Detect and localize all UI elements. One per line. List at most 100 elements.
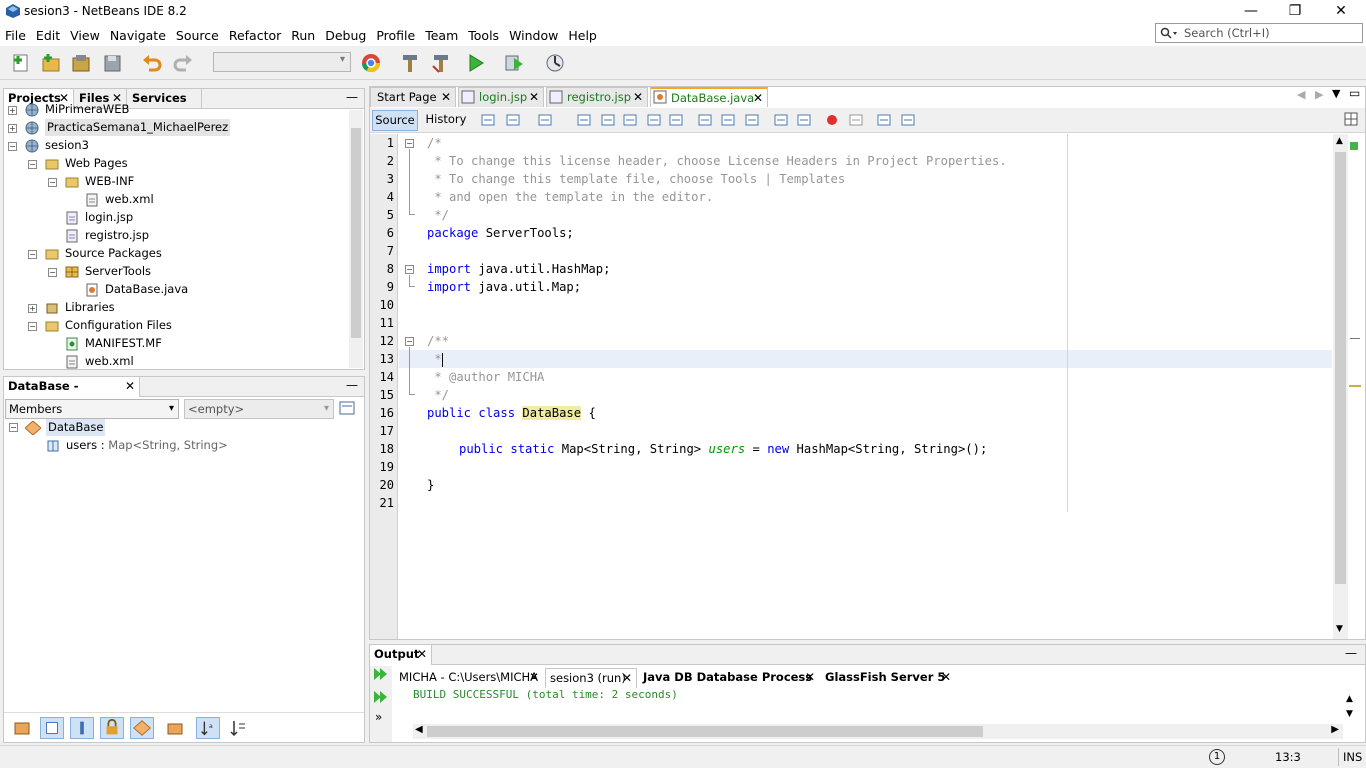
- fold-icon[interactable]: −: [405, 265, 414, 274]
- code-line[interactable]: import java.util.Map;: [427, 278, 581, 296]
- collapse-icon[interactable]: −: [8, 142, 17, 151]
- menu-run[interactable]: Run: [286, 25, 320, 46]
- rerun-with-params-icon[interactable]: [373, 690, 389, 704]
- clean-build-icon[interactable]: [430, 52, 452, 74]
- more-actions-icon[interactable]: »: [375, 710, 382, 724]
- tree-file-web-xml-conf[interactable]: web.xml: [85, 353, 134, 370]
- scroll-right-icon[interactable]: ▶: [1331, 724, 1339, 735]
- profile-project-icon[interactable]: [544, 52, 566, 74]
- minimize-panel-icon[interactable]: —: [346, 90, 358, 104]
- close-icon[interactable]: ✕: [622, 669, 632, 688]
- tree-folder-libraries[interactable]: Libraries: [65, 299, 115, 316]
- tree-project-practicasemana1[interactable]: PracticaSemana1_MichaelPerez: [45, 119, 231, 136]
- close-icon[interactable]: ✕: [441, 88, 451, 107]
- empty-filter-select[interactable]: <empty> ▾: [184, 399, 334, 419]
- minimize-panel-icon[interactable]: —: [1345, 646, 1357, 660]
- collapse-icon[interactable]: −: [48, 268, 57, 277]
- collapse-icon[interactable]: −: [28, 322, 37, 331]
- code-line[interactable]: public static Map<String, String> users …: [459, 440, 987, 458]
- output-tab-micha[interactable]: MICHA - C:\Users\MICHA ✕: [395, 668, 543, 688]
- collapse-icon[interactable]: −: [9, 423, 18, 432]
- close-icon[interactable]: ✕: [417, 645, 427, 664]
- scroll-left-icon[interactable]: ◀: [415, 724, 423, 735]
- maximize-editor-icon[interactable]: ▭: [1349, 86, 1360, 100]
- find-prev-icon[interactable]: [600, 112, 616, 128]
- scroll-down-icon[interactable]: ▼: [1346, 709, 1353, 719]
- collapse-icon[interactable]: −: [48, 178, 57, 187]
- forward-icon[interactable]: [505, 112, 521, 128]
- tree-package-servertools[interactable]: ServerTools: [85, 263, 151, 280]
- fqn-icon[interactable]: [165, 719, 185, 737]
- code-line[interactable]: /*: [427, 134, 442, 152]
- open-project-icon[interactable]: [70, 52, 92, 74]
- output-tab-sesion3-run[interactable]: sesion3 (run) ✕: [545, 668, 637, 688]
- code-line[interactable]: * @author MICHA: [427, 368, 544, 386]
- close-icon[interactable]: ✕: [125, 377, 135, 396]
- show-inherited-icon[interactable]: [12, 719, 32, 737]
- split-editor-icon[interactable]: [1344, 112, 1358, 126]
- menu-source[interactable]: Source: [171, 25, 224, 46]
- menu-profile[interactable]: Profile: [371, 25, 420, 46]
- stop-macro-icon[interactable]: [848, 112, 864, 128]
- minimize-panel-icon[interactable]: —: [346, 378, 358, 392]
- menu-file[interactable]: File: [0, 25, 31, 46]
- notifications-icon[interactable]: 1: [1209, 749, 1225, 765]
- run-project-icon[interactable]: [465, 52, 487, 74]
- save-all-icon[interactable]: [102, 52, 124, 74]
- last-edit-icon[interactable]: [537, 112, 553, 128]
- shift-right-icon[interactable]: [796, 112, 812, 128]
- menu-debug[interactable]: Debug: [320, 25, 371, 46]
- output-h-scrollbar[interactable]: ◀ ▶: [413, 724, 1343, 739]
- navigator-field[interactable]: users : Map<String, String>: [66, 437, 228, 454]
- toggle-bookmark-icon[interactable]: [744, 112, 760, 128]
- navigator-root-class[interactable]: DataBase: [46, 419, 106, 436]
- tree-file-manifest-mf[interactable]: MANIFEST.MF: [85, 335, 162, 352]
- scrollbar-thumb[interactable]: [1335, 152, 1346, 584]
- menu-team[interactable]: Team: [420, 25, 463, 46]
- tab-services[interactable]: Services: [128, 89, 202, 109]
- tree-folder-source-packages[interactable]: Source Packages: [65, 245, 162, 262]
- tree-folder-web-inf[interactable]: WEB-INF: [85, 173, 134, 190]
- menu-view[interactable]: View: [65, 25, 105, 46]
- menu-edit[interactable]: Edit: [31, 25, 65, 46]
- expand-icon[interactable]: +: [28, 304, 37, 313]
- scroll-up-icon[interactable]: ▲: [1346, 694, 1353, 704]
- editor-scrollbar[interactable]: ▲ ▼: [1333, 134, 1348, 639]
- scroll-tabs-left-icon[interactable]: ◀: [1297, 88, 1305, 101]
- find-next-icon[interactable]: [622, 112, 638, 128]
- next-bookmark-icon[interactable]: [720, 112, 736, 128]
- code-line[interactable]: import java.util.HashMap;: [427, 260, 610, 278]
- projects-scrollbar[interactable]: [349, 110, 363, 368]
- source-view-button[interactable]: Source: [372, 110, 418, 131]
- scroll-tabs-right-icon[interactable]: ▶: [1315, 88, 1323, 101]
- tree-file-login-jsp[interactable]: login.jsp: [85, 209, 133, 226]
- tree-project-sesion3[interactable]: sesion3: [45, 137, 89, 154]
- back-icon[interactable]: [480, 112, 496, 128]
- expand-icon[interactable]: +: [8, 106, 17, 115]
- fold-icon[interactable]: −: [405, 139, 414, 148]
- code-line[interactable]: * and open the template in the editor.: [427, 188, 713, 206]
- close-icon[interactable]: ✕: [805, 668, 815, 687]
- code-line[interactable]: */: [427, 386, 449, 404]
- tree-project-mipriemraweb[interactable]: MiPrimeraWEB: [45, 101, 129, 118]
- tree-file-registro-jsp[interactable]: registro.jsp: [85, 227, 149, 244]
- menu-window[interactable]: Window: [504, 25, 563, 46]
- show-nonpublic-lock-icon[interactable]: [100, 717, 124, 739]
- minimize-button[interactable]: —: [1228, 0, 1274, 24]
- members-filter-select[interactable]: Members ▾: [5, 399, 179, 419]
- scrollbar-thumb[interactable]: [351, 128, 361, 338]
- toggle-highlight-icon[interactable]: [646, 112, 662, 128]
- tree-file-database-java[interactable]: DataBase.java: [105, 281, 188, 298]
- code-line[interactable]: package ServerTools;: [427, 224, 574, 242]
- sort-by-source-icon[interactable]: [229, 719, 247, 737]
- menu-tools[interactable]: Tools: [463, 25, 504, 46]
- prev-bookmark-icon[interactable]: [697, 112, 713, 128]
- undo-icon[interactable]: [141, 52, 163, 74]
- show-inner-classes-icon[interactable]: [130, 717, 154, 739]
- search-box[interactable]: Search (Ctrl+I): [1155, 23, 1363, 43]
- browser-chrome-icon[interactable]: [360, 52, 382, 74]
- maximize-button[interactable]: ❐: [1272, 0, 1318, 24]
- menu-help[interactable]: Help: [563, 25, 602, 46]
- find-icon[interactable]: [576, 112, 592, 128]
- record-macro-icon[interactable]: [824, 112, 840, 128]
